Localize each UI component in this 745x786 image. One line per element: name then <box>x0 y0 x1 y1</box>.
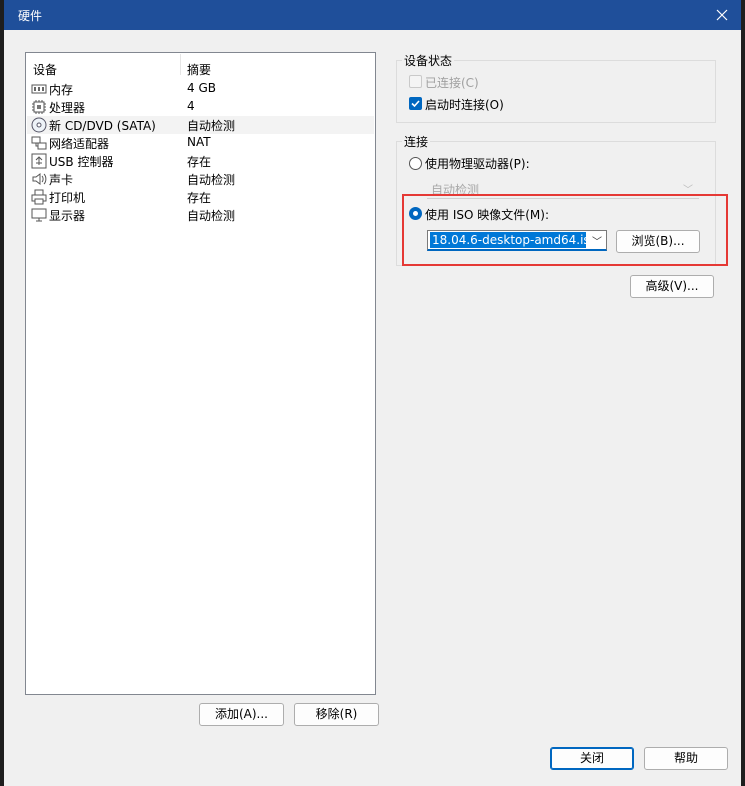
device-name: 处理器 <box>49 101 86 115</box>
network-adapter-icon <box>31 135 47 151</box>
device-status-group <box>396 60 716 123</box>
connect-at-power-on-label: 启动时连接(O) <box>425 98 504 112</box>
device-summary: 存在 <box>187 191 212 205</box>
physical-drive-label: 使用物理驱动器(P): <box>425 157 530 171</box>
device-name: 新 CD/DVD (SATA) <box>49 119 156 133</box>
device-summary: 存在 <box>187 155 212 169</box>
device-row-usb-controller[interactable]: USB 控制器 存在 <box>27 152 374 170</box>
window-title: 硬件 <box>18 9 43 23</box>
device-summary: 自动检测 <box>187 209 236 223</box>
column-header-summary[interactable]: 摘要 <box>187 61 211 78</box>
checkmark-icon <box>411 100 420 108</box>
advanced-button[interactable]: 高级(V)... <box>630 275 714 298</box>
device-summary: 自动检测 <box>187 119 236 133</box>
device-row-display[interactable]: 显示器 自动检测 <box>27 206 374 224</box>
connection-label: 连接 <box>402 133 431 150</box>
device-summary: 自动检测 <box>187 173 236 187</box>
device-summary: 4 GB <box>187 81 216 95</box>
column-header-device[interactable]: 设备 <box>33 61 57 78</box>
device-name: 声卡 <box>49 173 74 187</box>
cpu-icon <box>31 99 47 115</box>
device-summary: NAT <box>187 135 211 149</box>
speaker-icon <box>31 171 47 187</box>
column-separator <box>180 54 181 75</box>
device-name: 打印机 <box>49 191 86 205</box>
device-row-printer[interactable]: 打印机 存在 <box>27 188 374 206</box>
title-bar: 硬件 <box>4 0 741 30</box>
device-name: USB 控制器 <box>49 155 114 169</box>
physical-drive-radio[interactable] <box>409 157 422 170</box>
remove-button[interactable]: 移除(R) <box>294 703 379 726</box>
device-row-network-adapter[interactable]: 网络适配器 NAT <box>27 134 374 152</box>
connect-at-power-on-checkbox[interactable] <box>409 97 422 110</box>
device-name: 内存 <box>49 83 74 97</box>
help-button[interactable]: 帮助 <box>644 747 728 770</box>
highlight-box <box>402 194 728 266</box>
device-name: 网络适配器 <box>49 137 110 151</box>
close-button[interactable]: 关闭 <box>550 747 634 770</box>
device-row-sound-card[interactable]: 声卡 自动检测 <box>27 170 374 188</box>
add-button[interactable]: 添加(A)... <box>199 703 284 726</box>
usb-icon <box>31 153 47 169</box>
device-summary: 4 <box>187 99 195 113</box>
cd-dvd-icon <box>31 117 47 133</box>
connected-label: 已连接(C) <box>425 76 479 90</box>
device-row-cd-dvd[interactable]: 新 CD/DVD (SATA) 自动检测 <box>27 116 374 134</box>
display-icon <box>31 207 47 223</box>
device-row-processor[interactable]: 处理器 4 <box>27 98 374 116</box>
device-status-label: 设备状态 <box>402 52 455 69</box>
connected-checkbox[interactable] <box>409 75 422 88</box>
close-icon[interactable] <box>711 4 733 26</box>
device-row-memory[interactable]: 内存 4 GB <box>27 80 374 98</box>
memory-icon <box>31 81 47 97</box>
device-list[interactable]: 设备 摘要 内存 4 GB 处理器 4 新 CD/DVD (SATA) 自动检测… <box>25 52 376 695</box>
printer-icon <box>31 189 47 205</box>
device-name: 显示器 <box>49 209 86 223</box>
